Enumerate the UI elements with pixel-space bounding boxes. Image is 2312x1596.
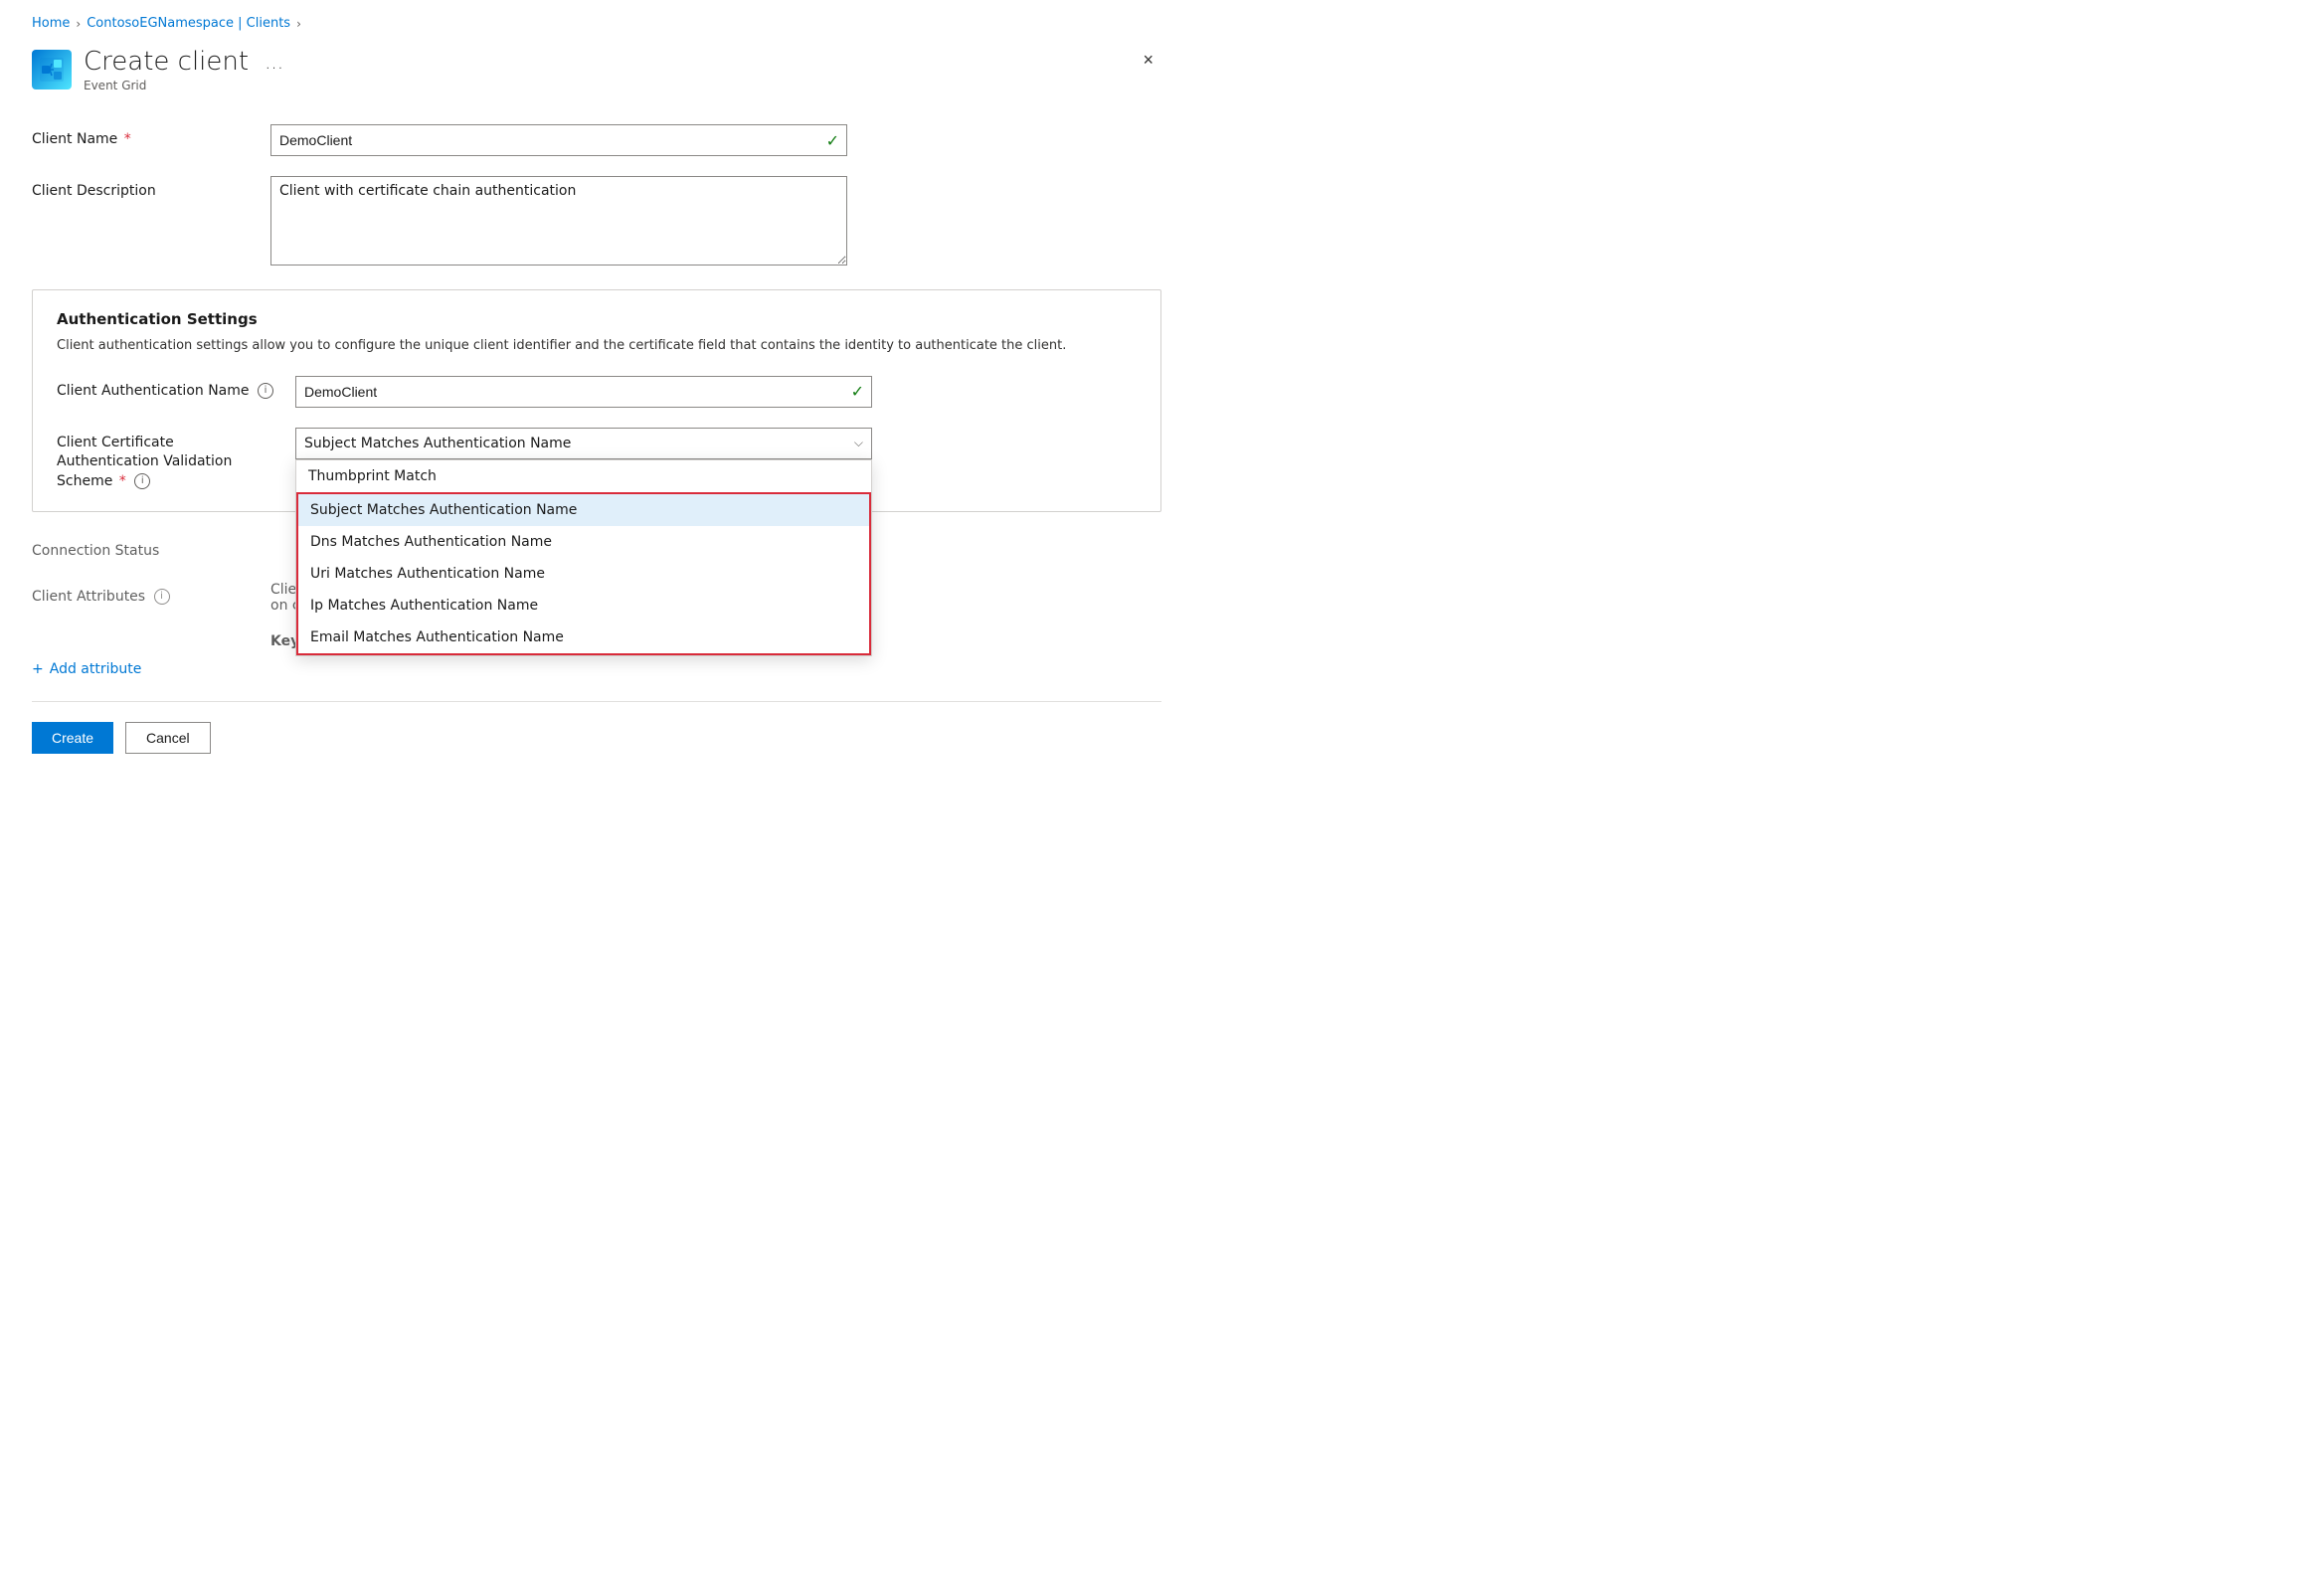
client-description-label: Client Description: [32, 176, 251, 202]
cert-validation-row: Client Certificate Authentication Valida…: [57, 428, 1137, 492]
connection-status-label: Connection Status: [32, 536, 251, 562]
client-description-input[interactable]: Client with certificate chain authentica…: [270, 176, 847, 266]
auth-name-info-icon[interactable]: i: [258, 383, 273, 399]
breadcrumb-namespace[interactable]: ContosoEGNamespace | Clients: [87, 16, 290, 31]
add-attribute-button[interactable]: + Add attribute: [32, 661, 1161, 677]
cert-validation-info-icon[interactable]: i: [134, 473, 150, 489]
cert-validation-dropdown[interactable]: Subject Matches Authentication Name ⌵: [295, 428, 872, 459]
auth-name-row: Client Authentication Name i ✓: [57, 376, 1137, 408]
client-description-row: Client Description Client with certifica…: [32, 176, 1161, 269]
page-icon: [32, 50, 72, 89]
dropdown-item-uri[interactable]: Uri Matches Authentication Name: [298, 558, 869, 590]
client-name-label: Client Name *: [32, 124, 251, 150]
footer-buttons: Create Cancel: [32, 722, 1161, 754]
dropdown-highlighted-group: Subject Matches Authentication Name Dns …: [296, 492, 871, 655]
auth-settings-description: Client authentication settings allow you…: [57, 336, 1137, 356]
dropdown-item-subject[interactable]: Subject Matches Authentication Name: [298, 494, 869, 526]
cert-validation-dropdown-menu: Thumbprint Match Subject Matches Authent…: [295, 459, 872, 656]
client-attributes-info-icon[interactable]: i: [154, 589, 170, 605]
dropdown-item-email[interactable]: Email Matches Authentication Name: [298, 621, 869, 653]
divider: [32, 701, 1161, 702]
close-button[interactable]: ×: [1135, 47, 1161, 73]
client-name-row: Client Name * ✓: [32, 124, 1161, 156]
breadcrumb-home[interactable]: Home: [32, 16, 70, 31]
chevron-down-icon: ⌵: [854, 436, 863, 450]
auth-name-label: Client Authentication Name i: [57, 376, 275, 402]
check-icon: ✓: [826, 131, 839, 150]
page-header: Create client ... Event Grid ×: [32, 47, 1161, 92]
auth-settings-box: Authentication Settings Client authentic…: [32, 289, 1161, 512]
cert-validation-label: Client Certificate Authentication Valida…: [57, 428, 275, 492]
auth-name-check-icon: ✓: [851, 382, 864, 401]
ellipsis-button[interactable]: ...: [259, 48, 289, 76]
dropdown-item-ip[interactable]: Ip Matches Authentication Name: [298, 590, 869, 621]
cert-validation-selected: Subject Matches Authentication Name: [304, 436, 571, 451]
add-attribute-label: Add attribute: [50, 661, 142, 677]
client-attributes-label: Client Attributes i: [32, 582, 251, 608]
auth-settings-title: Authentication Settings: [57, 310, 1137, 328]
auth-name-input[interactable]: [295, 376, 872, 408]
dropdown-item-thumbprint[interactable]: Thumbprint Match: [296, 460, 871, 492]
client-name-input[interactable]: [270, 124, 847, 156]
dropdown-item-dns[interactable]: Dns Matches Authentication Name: [298, 526, 869, 558]
breadcrumb: Home › ContosoEGNamespace | Clients ›: [32, 16, 1161, 31]
add-icon: +: [32, 661, 44, 677]
cancel-button[interactable]: Cancel: [125, 722, 211, 754]
create-button[interactable]: Create: [32, 722, 113, 754]
page-subtitle: Event Grid: [84, 79, 289, 92]
page-title: Create client: [84, 47, 249, 77]
